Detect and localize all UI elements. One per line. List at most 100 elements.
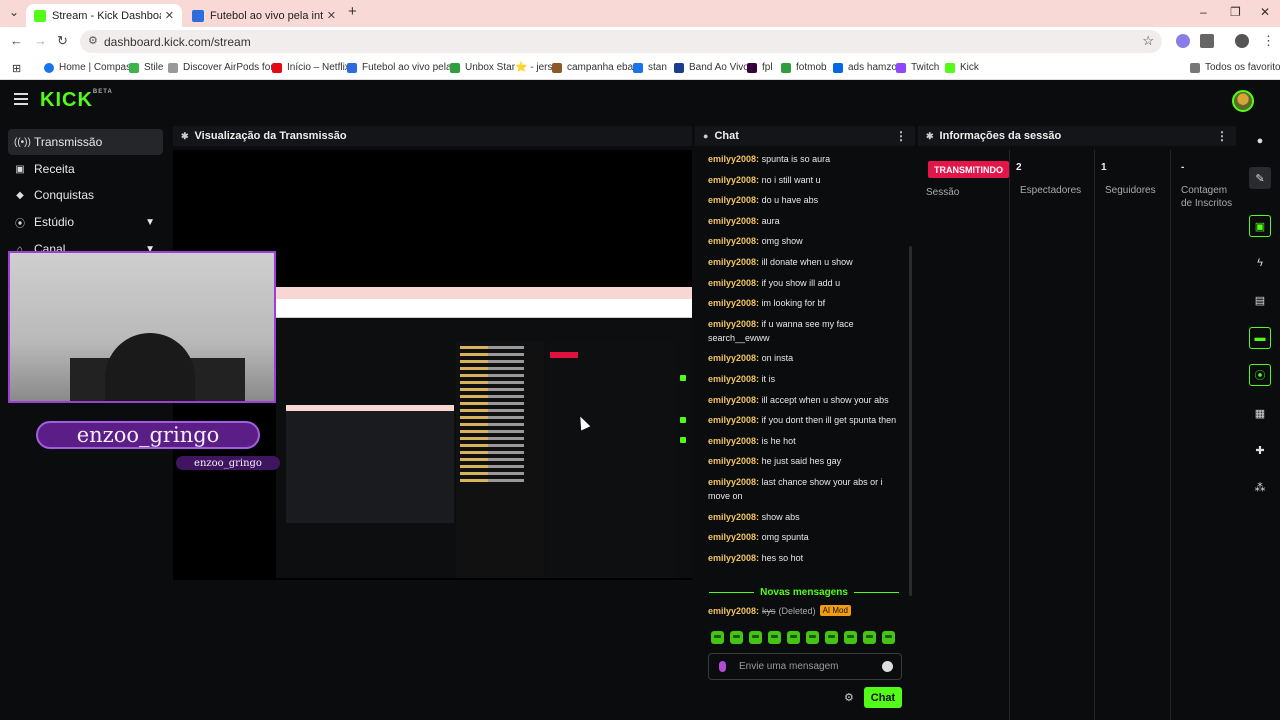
bookmark-item[interactable]: Discover AirPods for... bbox=[168, 62, 281, 73]
chat-message: emilyy2008: aura bbox=[708, 215, 780, 226]
bookmark-label: Futebol ao vivo pela... bbox=[362, 62, 460, 73]
session-toggle-icon[interactable]: ⦿ bbox=[1249, 364, 1271, 386]
browser-tab-bar: ⌄ Stream - Kick Dashboard ✕ Futebol ao v… bbox=[0, 0, 1280, 27]
chat-scrollbar[interactable] bbox=[909, 246, 912, 596]
chat-send-button[interactable]: Chat bbox=[864, 687, 902, 708]
sidebar-item-conquistas[interactable]: ◆ Conquistas bbox=[8, 182, 163, 208]
emote-icon[interactable] bbox=[730, 631, 743, 644]
layout-icon[interactable]: ▦ bbox=[1249, 402, 1271, 424]
minimize-icon[interactable]: – bbox=[1200, 5, 1207, 19]
chat-input-placeholder: Envie uma mensagem bbox=[739, 661, 839, 672]
extension-icon[interactable] bbox=[1176, 34, 1190, 48]
close-tab-icon[interactable]: ✕ bbox=[327, 9, 336, 22]
sidebar-item-receita[interactable]: ▣ Receita bbox=[8, 156, 163, 182]
bookmark-item[interactable]: Kick bbox=[945, 62, 979, 73]
emote-icon[interactable] bbox=[844, 631, 857, 644]
chat-menu-icon[interactable]: ⋮ bbox=[895, 129, 907, 143]
wrench-icon[interactable]: ✚ bbox=[1249, 439, 1271, 461]
bookmark-item[interactable]: stan bbox=[633, 62, 667, 73]
share-icon[interactable]: ⁂ bbox=[1249, 476, 1271, 498]
site-info-icon[interactable]: ⚙ bbox=[88, 34, 98, 47]
url-input[interactable]: ⚙ dashboard.kick.com/stream ☆ bbox=[80, 30, 1162, 53]
chat-message-list[interactable]: emilyy2008: spunta is so aura emilyy2008… bbox=[708, 152, 898, 571]
close-window-icon[interactable]: ✕ bbox=[1260, 5, 1270, 19]
browser-tab-futebol[interactable]: Futebol ao vivo pela internet - F ✕ bbox=[184, 4, 344, 27]
bookmark-label: Unbox Star⭐ - jers... bbox=[465, 62, 561, 73]
bookmark-label: Stile bbox=[144, 62, 164, 73]
browser-tab-kick[interactable]: Stream - Kick Dashboard ✕ bbox=[26, 4, 182, 27]
bookmark-item[interactable]: Stile bbox=[129, 62, 163, 73]
new-messages-divider[interactable]: Novas mensagens bbox=[703, 586, 905, 598]
screen-capture-mirror bbox=[276, 287, 692, 578]
emote-icon[interactable] bbox=[749, 631, 762, 644]
bookmark-item[interactable]: fpl bbox=[747, 62, 773, 73]
document-icon[interactable]: ▤ bbox=[1249, 289, 1271, 311]
emote-icon[interactable] bbox=[806, 631, 819, 644]
chat-message: emilyy2008: if you show ill add u bbox=[708, 277, 841, 288]
emote-icon[interactable] bbox=[711, 631, 724, 644]
microphone-icon[interactable] bbox=[719, 661, 726, 672]
chat-message: emilyy2008: it is bbox=[708, 373, 776, 384]
user-avatar[interactable] bbox=[1232, 90, 1254, 112]
bookmark-star-icon[interactable]: ☆ bbox=[1142, 33, 1154, 49]
bookmark-item[interactable]: Unbox Star⭐ - jers... bbox=[450, 62, 561, 73]
stat-value: - bbox=[1181, 162, 1185, 173]
bookmark-item[interactable]: Futebol ao vivo pela... bbox=[347, 62, 460, 73]
streamer-name-overlay-small: enzoo_gringo bbox=[176, 456, 280, 470]
all-bookmarks-folder[interactable]: Todos os favoritos bbox=[1190, 62, 1280, 73]
chat-message-input[interactable]: Envie uma mensagem bbox=[708, 653, 902, 680]
chat-bubble-icon: ● bbox=[703, 131, 709, 141]
tab-search-icon[interactable]: ⌄ bbox=[9, 5, 19, 19]
studio-icon: ⦿ bbox=[15, 218, 25, 230]
forward-icon[interactable]: → bbox=[34, 33, 47, 48]
bookmark-label: Todos os favoritos bbox=[1205, 62, 1280, 73]
meta-icon bbox=[833, 62, 843, 73]
deleted-label: (Deleted) bbox=[778, 605, 816, 616]
kick-header bbox=[0, 80, 1280, 122]
deleted-chat-message: emilyy2008: kys (Deleted) AI Mod bbox=[708, 605, 851, 616]
emoji-icon[interactable] bbox=[882, 661, 893, 672]
bookmark-item[interactable]: fotmob bbox=[781, 62, 827, 73]
live-status-badge: TRANSMITINDO bbox=[928, 161, 1009, 178]
bookmark-item[interactable]: Twitch bbox=[896, 62, 939, 73]
browser-menu-icon[interactable]: ⋮ bbox=[1262, 33, 1275, 49]
back-icon[interactable]: ← bbox=[10, 33, 23, 48]
emote-icon[interactable] bbox=[825, 631, 838, 644]
profile-icon[interactable] bbox=[1235, 34, 1249, 48]
apps-grid-icon[interactable]: ⊞ bbox=[12, 62, 21, 75]
reload-icon[interactable]: ↻ bbox=[57, 33, 68, 49]
beta-tag: BETA bbox=[92, 89, 113, 95]
emote-icon[interactable] bbox=[787, 631, 800, 644]
bookmark-item[interactable]: ads hamzo bbox=[833, 62, 897, 73]
session-menu-icon[interactable]: ⋮ bbox=[1216, 129, 1228, 143]
chat-toggle-icon[interactable]: ▬ bbox=[1249, 327, 1271, 349]
bookmark-item[interactable]: Início – Netflix bbox=[272, 62, 350, 73]
edit-pencil-icon[interactable]: ✎ bbox=[1249, 167, 1271, 189]
hamburger-menu-icon[interactable] bbox=[14, 93, 28, 105]
new-tab-icon[interactable]: + bbox=[348, 3, 357, 20]
bookmark-item[interactable]: Band Ao Vivo bbox=[674, 62, 749, 73]
emote-bar bbox=[711, 631, 895, 644]
info-circle-icon[interactable]: ● bbox=[1249, 130, 1271, 152]
preview-toggle-icon[interactable]: ▣ bbox=[1249, 215, 1271, 237]
address-bar: ← → ↻ ⚙ dashboard.kick.com/stream ☆ ⋮ bbox=[0, 27, 1280, 56]
sidebar-item-transmissao[interactable]: ((•)) Transmissão bbox=[8, 129, 163, 155]
emote-icon[interactable] bbox=[863, 631, 876, 644]
lightning-icon[interactable]: ϟ bbox=[1249, 252, 1271, 274]
logo-text: KICK bbox=[40, 89, 93, 111]
chat-message: emilyy2008: show abs bbox=[708, 511, 800, 522]
emote-icon[interactable] bbox=[882, 631, 895, 644]
kick-logo[interactable]: KICKBETA bbox=[40, 89, 113, 112]
emote-icon[interactable] bbox=[768, 631, 781, 644]
mirror-chat bbox=[456, 342, 544, 578]
maximize-icon[interactable]: ❐ bbox=[1230, 5, 1241, 19]
chat-settings-gear-icon[interactable]: ⚙ bbox=[844, 691, 854, 704]
bookmark-item[interactable]: Home | Compass bbox=[44, 62, 136, 73]
chat-message: emilyy2008: omg show bbox=[708, 236, 803, 247]
bookmark-item[interactable]: campanha ebay bbox=[552, 62, 638, 73]
sidebar-item-label: Transmissão bbox=[34, 135, 103, 149]
sidebar-item-estudio[interactable]: ⦿ Estúdio ▼ bbox=[8, 209, 163, 235]
mirror-tab-bar bbox=[276, 287, 692, 299]
close-tab-icon[interactable]: ✕ bbox=[165, 9, 174, 22]
extensions-puzzle-icon[interactable] bbox=[1200, 34, 1214, 48]
